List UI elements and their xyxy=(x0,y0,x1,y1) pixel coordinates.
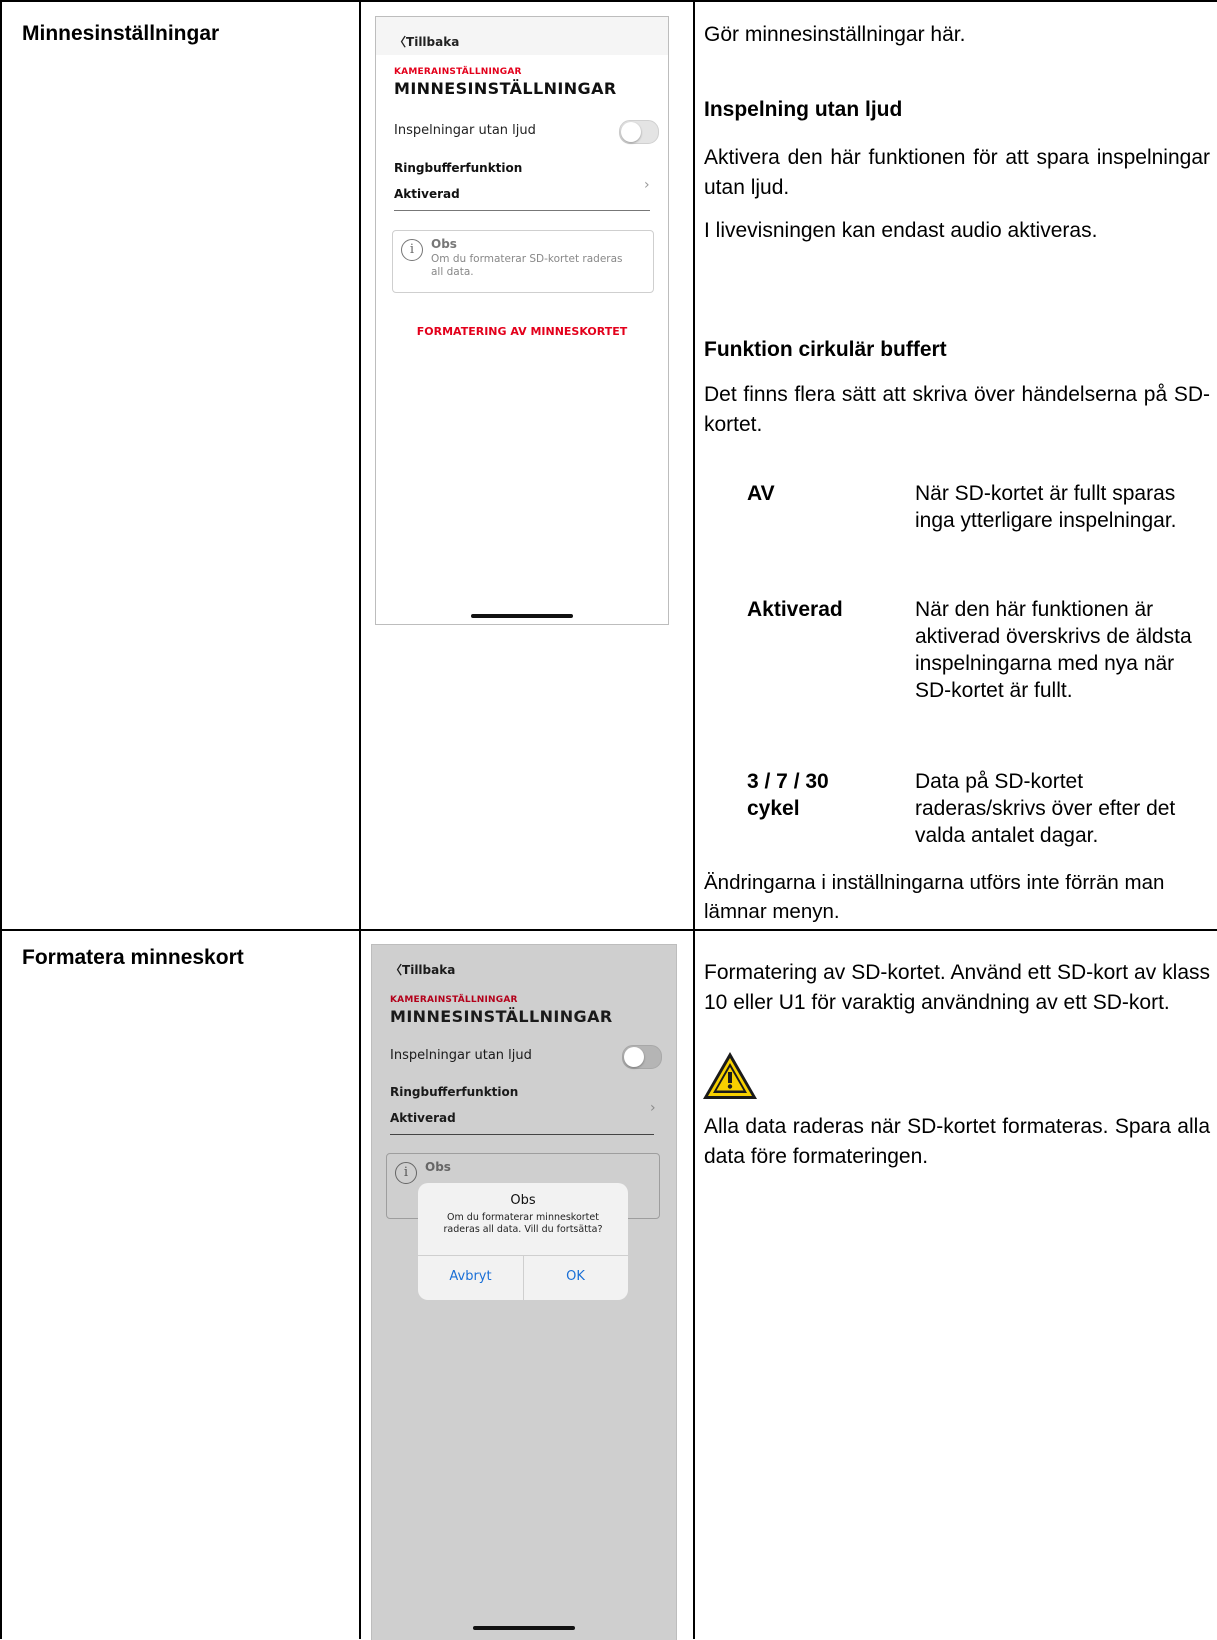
divider xyxy=(390,1134,654,1135)
mode-key-cycle: 3 / 7 / 30 cykel xyxy=(747,770,829,820)
paragraph-no-audio: Aktivera den här funktionen för att spar… xyxy=(704,146,1210,199)
mode-key-off: AV xyxy=(747,482,775,505)
no-audio-label: Inspelningar utan ljud xyxy=(390,1048,532,1063)
row-separator xyxy=(0,929,1217,931)
heading-ringbuffer: Funktion cirkulär buffert xyxy=(704,338,947,361)
back-button[interactable]: 〈Tillbaka xyxy=(390,961,455,978)
table-left-border xyxy=(0,0,2,1639)
ringbuffer-label: Ringbufferfunktion xyxy=(394,161,523,175)
outro-text: Ändringarna i inställningarna utförs int… xyxy=(704,871,1165,923)
mode-key-activated: Aktiverad xyxy=(747,598,843,621)
intro-text: Gör minnesinställningar här. xyxy=(704,23,966,46)
warning-text: Alla data raderas när SD-kortet formater… xyxy=(704,1115,1210,1168)
note-title: Obs xyxy=(425,1160,451,1174)
dialog-message: Om du formaterar minneskortet raderas al… xyxy=(443,1212,603,1235)
note-text: Om du formaterar SD-kortet raderas all d… xyxy=(431,253,623,278)
paragraph-live-audio: I livevisningen kan endast audio aktiver… xyxy=(704,219,1098,242)
chevron-right-icon[interactable]: › xyxy=(644,177,650,193)
ok-button[interactable]: OK xyxy=(523,1269,628,1284)
no-audio-toggle[interactable] xyxy=(619,120,659,144)
format-card-button[interactable]: FORMATERING AV MINNESKORTET xyxy=(376,325,668,338)
phone-screenshot-memory-settings: 〈Tillbaka KAMERAINSTÄLLNINGAR MINNESINST… xyxy=(375,16,669,625)
screen-title: MINNESINSTÄLLNINGAR xyxy=(394,79,617,98)
no-audio-label: Inspelningar utan ljud xyxy=(394,123,536,138)
mode-desc-cycle: Data på SD-kortet raderas/skrivs över ef… xyxy=(915,770,1176,847)
column-separator-1 xyxy=(359,0,361,1639)
confirm-dialog: Obs Om du formaterar minneskortet radera… xyxy=(418,1183,628,1300)
cancel-button[interactable]: Avbryt xyxy=(418,1269,523,1284)
format-intro-text: Formatering av SD-kortet. Använd ett SD-… xyxy=(704,961,1210,1014)
ringbuffer-label: Ringbufferfunktion xyxy=(390,1085,519,1099)
screen-subtitle: KAMERAINSTÄLLNINGAR xyxy=(390,995,518,1005)
row-label-format-card: Formatera minneskort xyxy=(22,946,244,969)
ringbuffer-value[interactable]: Aktiverad xyxy=(394,187,460,201)
info-icon: i xyxy=(395,1162,417,1184)
phone-screenshot-format-dialog: 〈Tillbaka KAMERAINSTÄLLNINGAR MINNESINST… xyxy=(371,944,677,1640)
note-title: Obs xyxy=(431,237,457,251)
home-indicator xyxy=(473,1626,575,1630)
screen-subtitle: KAMERAINSTÄLLNINGAR xyxy=(394,67,522,77)
warning-triangle-icon xyxy=(703,1052,757,1099)
info-icon: i xyxy=(401,239,423,261)
no-audio-toggle[interactable] xyxy=(622,1045,662,1069)
chevron-left-icon: 〈 xyxy=(390,963,403,977)
chevron-right-icon[interactable]: › xyxy=(650,1100,656,1116)
note-box: i Obs Om du formaterar SD-kortet raderas… xyxy=(392,230,654,293)
dialog-title: Obs xyxy=(510,1193,536,1208)
row-label-memory-settings: Minnesinställningar xyxy=(22,22,220,45)
screen-title: MINNESINSTÄLLNINGAR xyxy=(390,1007,613,1026)
ringbuffer-value[interactable]: Aktiverad xyxy=(390,1111,456,1125)
paragraph-ringbuffer: Det finns flera sätt att skriva över hän… xyxy=(704,383,1210,436)
divider xyxy=(394,210,650,211)
home-indicator xyxy=(471,614,573,618)
heading-no-audio: Inspelning utan ljud xyxy=(704,98,903,121)
column-separator-2 xyxy=(693,0,695,1639)
mode-desc-activated: När den här funktionen är aktiverad över… xyxy=(915,598,1192,702)
chevron-left-icon: 〈 xyxy=(394,35,407,49)
mode-desc-off: När SD-kortet är fullt sparas inga ytter… xyxy=(915,482,1177,532)
back-button[interactable]: 〈Tillbaka xyxy=(394,33,459,50)
table-top-border xyxy=(0,0,1217,2)
